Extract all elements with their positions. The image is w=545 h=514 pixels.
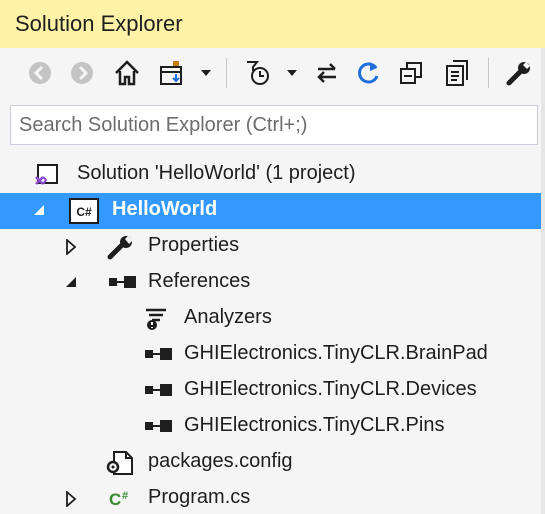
analyzer-icon xyxy=(143,306,169,332)
sync-arrows-icon xyxy=(317,63,336,83)
scrollbar-edge xyxy=(541,48,545,514)
tree-item-label: Program.cs xyxy=(148,486,251,508)
tree-item-reference[interactable]: GHIElectronics.TinyCLR.BrainPad xyxy=(0,337,545,373)
home-icon xyxy=(115,60,139,86)
back-arrow-icon xyxy=(29,62,51,84)
collapsed-arrow-icon[interactable] xyxy=(64,491,78,507)
tree-item-references[interactable]: References xyxy=(0,265,545,301)
tree-item-label: Analyzers xyxy=(184,306,272,328)
forward-button[interactable] xyxy=(66,57,98,89)
config-file-icon xyxy=(106,450,136,476)
title-bar: Solution Explorer xyxy=(0,0,545,48)
svg-text:#: # xyxy=(122,490,128,502)
toolbar-separator xyxy=(226,58,227,88)
pending-changes-dropdown[interactable] xyxy=(282,57,302,89)
wrench-icon xyxy=(506,62,530,86)
reference-icon xyxy=(144,346,174,362)
tree-item-properties[interactable]: Properties xyxy=(0,229,545,265)
tree-item-label: GHIElectronics.TinyCLR.BrainPad xyxy=(184,342,488,364)
show-all-files-button[interactable] xyxy=(440,57,474,89)
reference-icon xyxy=(144,382,174,398)
clock-filter-icon xyxy=(247,61,269,85)
tree-item-label: Properties xyxy=(148,234,240,256)
properties-button[interactable] xyxy=(502,57,536,89)
show-all-files-icon xyxy=(446,60,468,86)
tree-item-program-cs[interactable]: C # Program.cs xyxy=(0,481,545,514)
window-title: Solution Explorer xyxy=(15,11,183,36)
home-button[interactable] xyxy=(110,57,144,89)
tree-item-label: HelloWorld xyxy=(112,198,218,220)
forward-arrow-icon xyxy=(71,62,93,84)
refresh-icon xyxy=(358,62,379,84)
switch-views-button[interactable] xyxy=(156,57,190,89)
tree-item-solution[interactable]: Solution 'HelloWorld' (1 project) xyxy=(0,157,545,193)
visual-studio-solution-icon xyxy=(34,162,60,188)
search-box xyxy=(10,105,538,145)
reference-icon xyxy=(144,418,174,434)
tree-item-label: packages.config xyxy=(148,450,293,472)
tree-item-label: References xyxy=(148,270,251,292)
expanded-arrow-icon[interactable] xyxy=(32,203,46,217)
csharp-project-icon: C# xyxy=(69,198,99,224)
svg-text:C#: C# xyxy=(76,205,92,219)
sync-active-document-button[interactable] xyxy=(310,57,344,89)
tree-item-project[interactable]: C# HelloWorld xyxy=(0,193,545,229)
solution-tree: Solution 'HelloWorld' (1 project) C# Hel… xyxy=(0,157,545,514)
tree-item-label: GHIElectronics.TinyCLR.Devices xyxy=(184,378,477,400)
switch-views-dropdown[interactable] xyxy=(196,57,216,89)
tree-item-label: GHIElectronics.TinyCLR.Pins xyxy=(184,414,445,436)
collapse-all-icon xyxy=(400,62,422,84)
tree-item-packages-config[interactable]: packages.config xyxy=(0,445,545,481)
csharp-file-icon: C # xyxy=(107,486,137,512)
refresh-button[interactable] xyxy=(352,57,386,89)
tree-item-label: Solution 'HelloWorld' (1 project) xyxy=(77,162,356,184)
wrench-icon xyxy=(106,234,136,260)
search-input[interactable] xyxy=(11,106,537,144)
toolbar xyxy=(0,48,545,98)
pending-changes-filter-button[interactable] xyxy=(240,57,276,89)
collapsed-arrow-icon[interactable] xyxy=(64,239,78,255)
tree-item-reference[interactable]: GHIElectronics.TinyCLR.Pins xyxy=(0,409,545,445)
back-button[interactable] xyxy=(24,57,56,89)
toolbar-separator xyxy=(488,58,489,88)
chevron-down-icon xyxy=(201,70,211,76)
chevron-down-icon xyxy=(287,70,297,76)
tree-item-analyzers[interactable]: Analyzers xyxy=(0,301,545,337)
collapse-all-button[interactable] xyxy=(394,57,428,89)
switch-views-icon xyxy=(160,61,182,85)
expanded-arrow-icon[interactable] xyxy=(64,275,78,289)
svg-text:C: C xyxy=(109,490,121,509)
solution-explorer-window: Solution Explorer Search Solution Explor… xyxy=(0,0,545,514)
references-icon xyxy=(108,274,138,290)
tree-item-reference[interactable]: GHIElectronics.TinyCLR.Devices xyxy=(0,373,545,409)
